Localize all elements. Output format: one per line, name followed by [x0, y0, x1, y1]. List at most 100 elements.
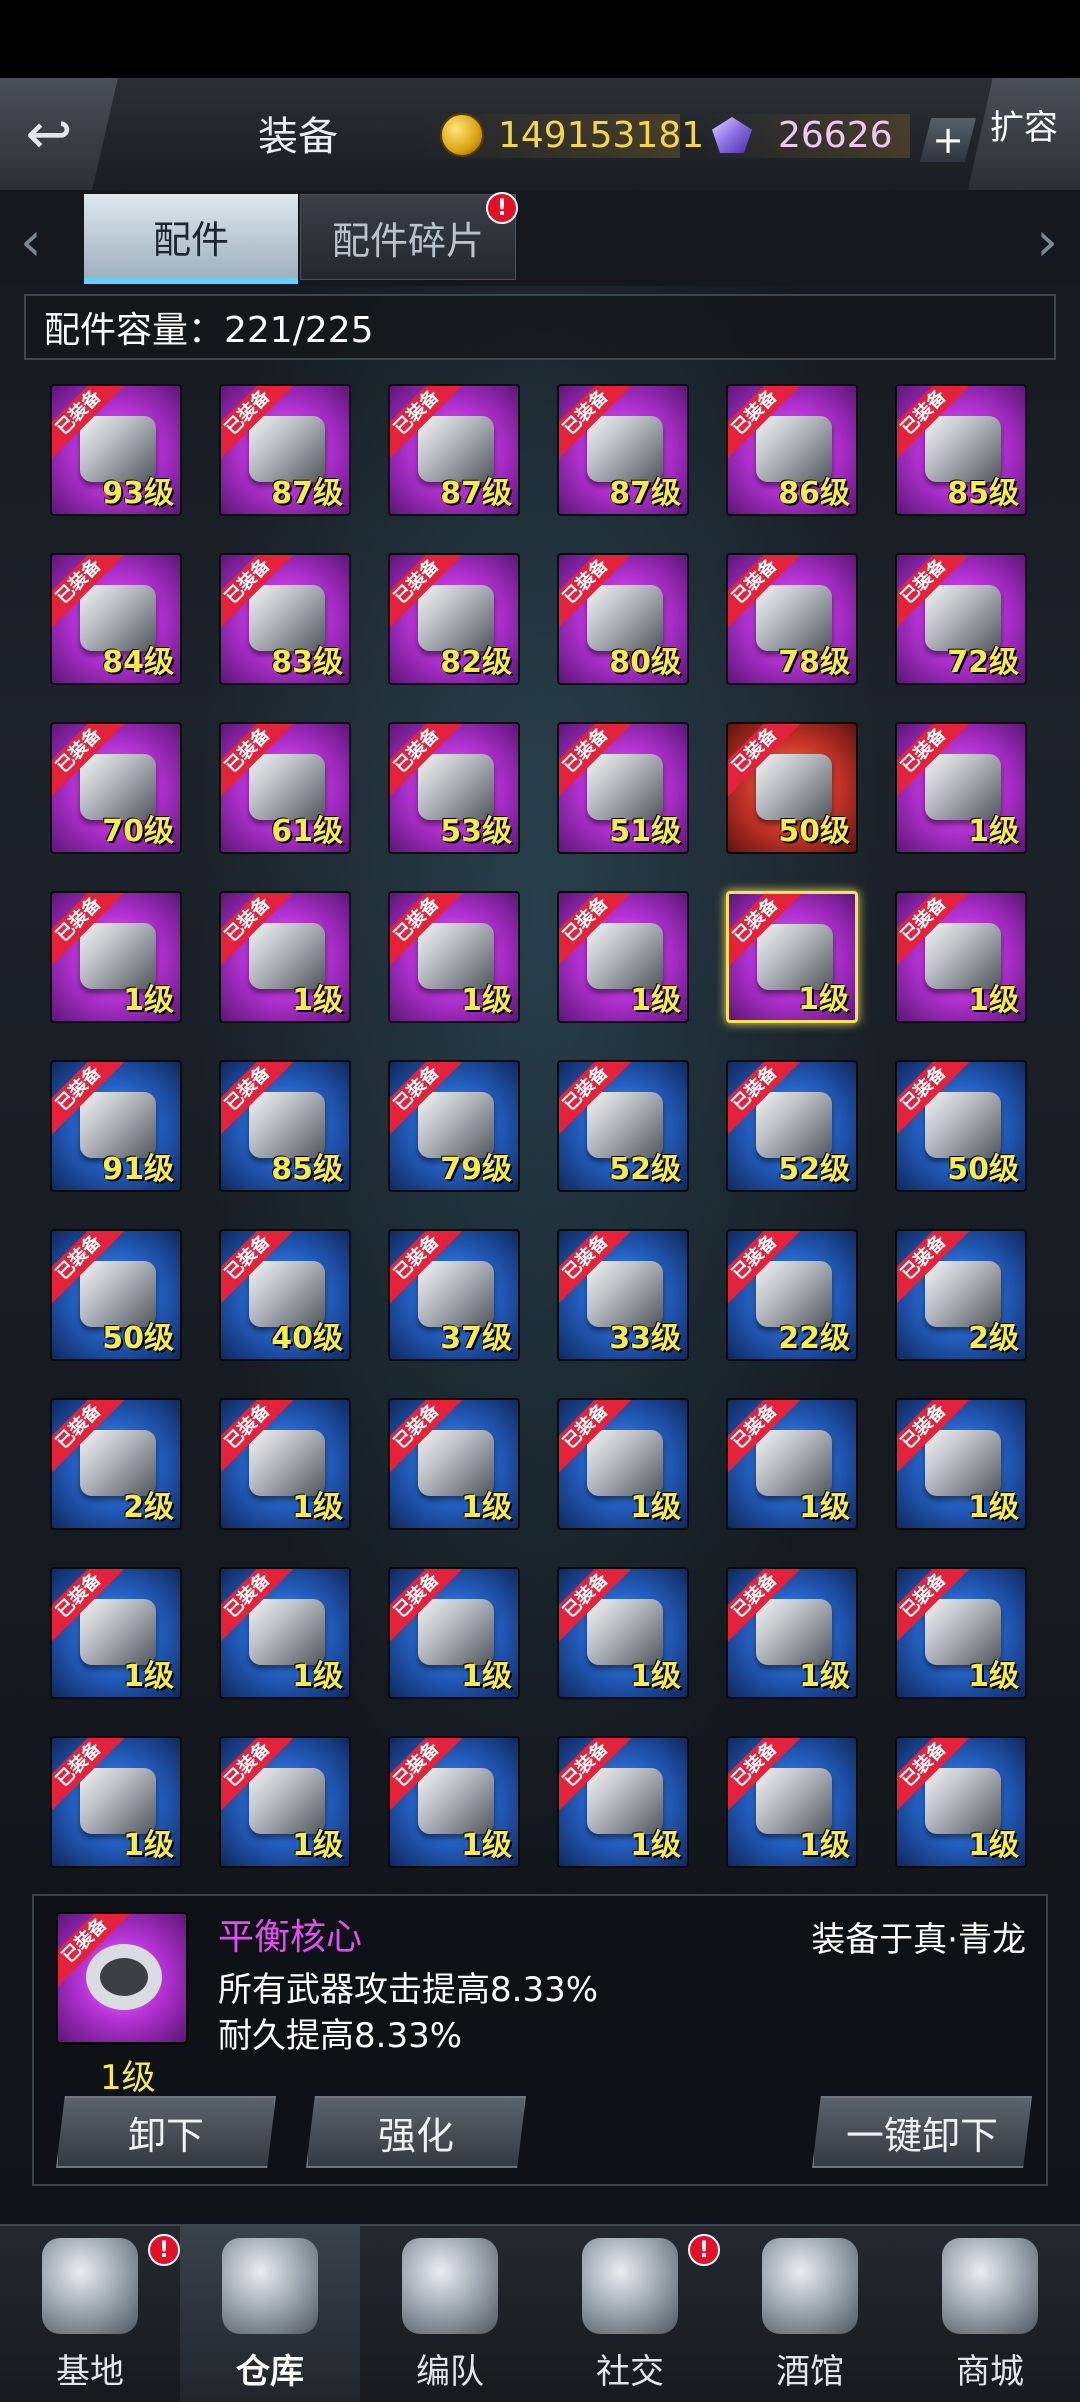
part-slot[interactable]: 已装备 1级 — [388, 1398, 520, 1530]
part-slot[interactable]: 已装备 61级 — [219, 722, 351, 854]
gem-amount: 26626 — [778, 114, 893, 156]
part-slot[interactable]: 已装备 1级 — [726, 1567, 858, 1699]
part-slot[interactable]: 已装备 1级 — [219, 1567, 351, 1699]
add-gems-button[interactable]: + — [920, 118, 976, 162]
part-slot[interactable]: 已装备 51级 — [557, 722, 689, 854]
base-icon — [42, 2238, 138, 2334]
part-slot[interactable]: 已装备 33级 — [557, 1229, 689, 1361]
effect-line: 耐久提高8.33% — [218, 2016, 463, 2056]
nav-label: 仓库 — [236, 2352, 304, 2392]
chevron-left-icon[interactable]: ‹ — [20, 210, 42, 273]
part-level: 37级 — [440, 1321, 512, 1356]
part-slot[interactable]: 已装备 84级 — [50, 553, 182, 685]
part-level: 1级 — [968, 1828, 1019, 1863]
expand-capacity-button[interactable]: 扩容 — [968, 78, 1080, 190]
part-slot[interactable]: 已装备 70级 — [50, 722, 182, 854]
part-slot[interactable]: 已装备 1级 — [219, 891, 351, 1023]
part-level: 52级 — [778, 1152, 850, 1187]
tab-part-fragments[interactable]: 配件碎片 — [300, 194, 516, 280]
part-slot[interactable]: 已装备 1级 — [388, 1567, 520, 1699]
part-slot[interactable]: 已装备 91级 — [50, 1060, 182, 1192]
part-slot[interactable]: 已装备 1级 — [557, 891, 689, 1023]
part-slot[interactable]: 已装备 87级 — [219, 384, 351, 516]
coin-icon — [440, 113, 484, 157]
part-level: 1级 — [968, 983, 1019, 1018]
part-slot[interactable]: 已装备 79级 — [388, 1060, 520, 1192]
part-slot[interactable]: 已装备 1级 — [50, 1567, 182, 1699]
part-slot[interactable]: 已装备 80级 — [557, 553, 689, 685]
part-level: 1级 — [461, 1828, 512, 1863]
unequip-all-button[interactable]: 一键卸下 — [812, 2096, 1032, 2168]
part-slot[interactable]: 已装备 52级 — [726, 1060, 858, 1192]
part-slot[interactable]: 已装备 1级 — [895, 891, 1027, 1023]
part-level: 33级 — [609, 1321, 681, 1356]
part-slot[interactable]: 已装备 53级 — [388, 722, 520, 854]
part-slot[interactable]: 已装备 50级 — [50, 1229, 182, 1361]
back-button[interactable]: ↩ — [0, 78, 118, 190]
part-slot[interactable]: 已装备 52级 — [557, 1060, 689, 1192]
part-level: 50级 — [947, 1152, 1019, 1187]
part-level: 1级 — [123, 1828, 174, 1863]
part-slot[interactable]: 已装备 50级 — [895, 1060, 1027, 1192]
part-slot[interactable]: 已装备 87级 — [557, 384, 689, 516]
part-level: 1级 — [461, 1490, 512, 1525]
part-slot[interactable]: 已装备 85级 — [895, 384, 1027, 516]
part-level: 1级 — [630, 1490, 681, 1525]
part-slot[interactable]: 已装备 22级 — [726, 1229, 858, 1361]
nav-formation[interactable]: 编队 — [360, 2226, 540, 2402]
enhance-button[interactable]: 强化 — [306, 2096, 526, 2168]
part-slot[interactable]: 已装备 1级 — [726, 1736, 858, 1868]
part-slot[interactable]: 已装备 2级 — [50, 1398, 182, 1530]
part-slot[interactable]: 已装备 83级 — [219, 553, 351, 685]
part-slot[interactable]: 已装备 2级 — [895, 1229, 1027, 1361]
part-level: 1级 — [968, 1659, 1019, 1694]
part-slot[interactable]: 已装备 87级 — [388, 384, 520, 516]
part-slot[interactable]: 已装备 1级 — [388, 1736, 520, 1868]
part-slot[interactable]: 已装备 1级 — [895, 1567, 1027, 1699]
part-slot[interactable]: 已装备 82级 — [388, 553, 520, 685]
part-level: 85级 — [947, 476, 1019, 511]
part-slot[interactable]: 已装备 1级 — [726, 891, 858, 1023]
formation-icon — [402, 2238, 498, 2334]
nav-shop[interactable]: 商城 — [900, 2226, 1080, 2402]
part-slot[interactable]: 已装备 86级 — [726, 384, 858, 516]
part-slot[interactable]: 已装备 40级 — [219, 1229, 351, 1361]
nav-label: 编队 — [416, 2352, 484, 2392]
tab-parts[interactable]: 配件 — [84, 194, 298, 284]
part-slot[interactable]: 已装备 1级 — [388, 891, 520, 1023]
chevron-right-icon[interactable]: › — [1036, 210, 1058, 273]
part-level: 1级 — [292, 1490, 343, 1525]
part-level: 1级 — [630, 983, 681, 1018]
unequip-button[interactable]: 卸下 — [56, 2096, 276, 2168]
nav-label: 商城 — [956, 2352, 1024, 2392]
part-slot[interactable]: 已装备 1级 — [219, 1736, 351, 1868]
part-slot[interactable]: 已装备 50级 — [726, 722, 858, 854]
part-level: 70级 — [102, 814, 174, 849]
part-level: 1级 — [799, 1490, 850, 1525]
part-slot[interactable]: 已装备 1级 — [557, 1736, 689, 1868]
nav-tavern[interactable]: 酒馆 — [720, 2226, 900, 2402]
part-slot[interactable]: 已装备 78级 — [726, 553, 858, 685]
part-slot[interactable]: 已装备 85级 — [219, 1060, 351, 1192]
part-level: 82级 — [440, 645, 512, 680]
part-level: 1级 — [123, 983, 174, 1018]
tab-part-fragments-label: 配件碎片 — [331, 218, 484, 263]
part-slot[interactable]: 已装备 1级 — [557, 1398, 689, 1530]
part-level: 87级 — [271, 476, 343, 511]
selected-part-level: 1级 — [100, 2058, 156, 2098]
part-slot[interactable]: 已装备 1级 — [219, 1398, 351, 1530]
part-slot[interactable]: 已装备 1级 — [895, 1398, 1027, 1530]
part-slot[interactable]: 已装备 1级 — [50, 1736, 182, 1868]
page-title: 装备 — [258, 114, 338, 160]
part-level: 40级 — [271, 1321, 343, 1356]
part-slot[interactable]: 已装备 1级 — [726, 1398, 858, 1530]
part-slot[interactable]: 已装备 93级 — [50, 384, 182, 516]
part-slot[interactable]: 已装备 1级 — [557, 1567, 689, 1699]
part-slot[interactable]: 已装备 37级 — [388, 1229, 520, 1361]
part-slot[interactable]: 已装备 1级 — [895, 1736, 1027, 1868]
part-slot[interactable]: 已装备 72级 — [895, 553, 1027, 685]
part-slot[interactable]: 已装备 1级 — [895, 722, 1027, 854]
diamond-icon — [712, 117, 752, 153]
part-slot[interactable]: 已装备 1级 — [50, 891, 182, 1023]
nav-warehouse[interactable]: 仓库 — [180, 2226, 360, 2402]
